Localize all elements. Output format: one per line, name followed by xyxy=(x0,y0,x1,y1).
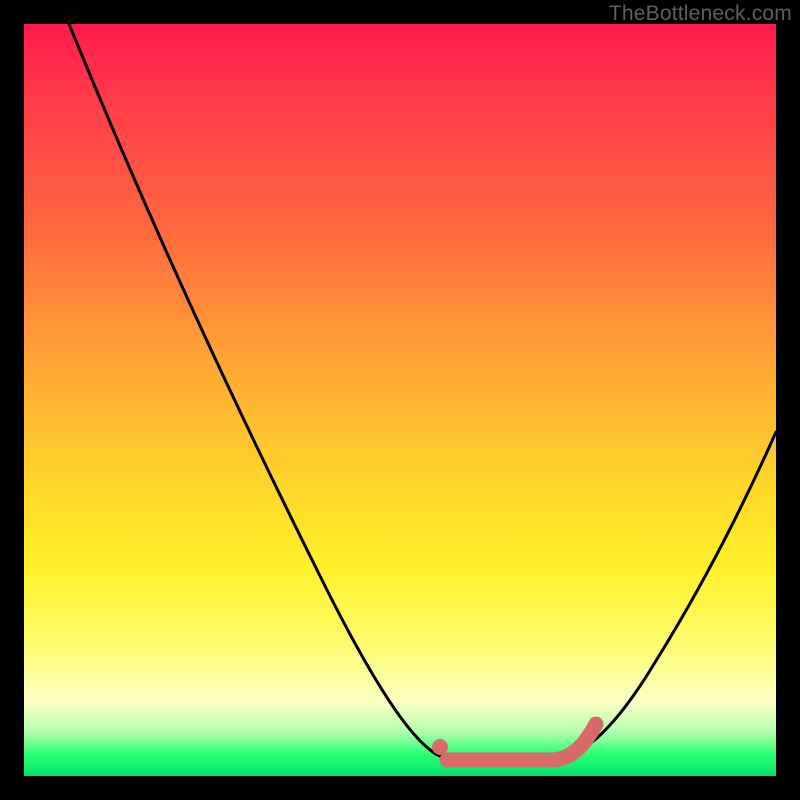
valley-highlight xyxy=(447,724,596,760)
chart-frame: TheBottleneck.com xyxy=(0,0,800,800)
valley-dot xyxy=(432,739,448,755)
watermark-text: TheBottleneck.com xyxy=(609,2,792,26)
bottleneck-curve xyxy=(69,24,776,761)
plot-area xyxy=(24,24,776,776)
bottleneck-curve-svg xyxy=(24,24,776,776)
